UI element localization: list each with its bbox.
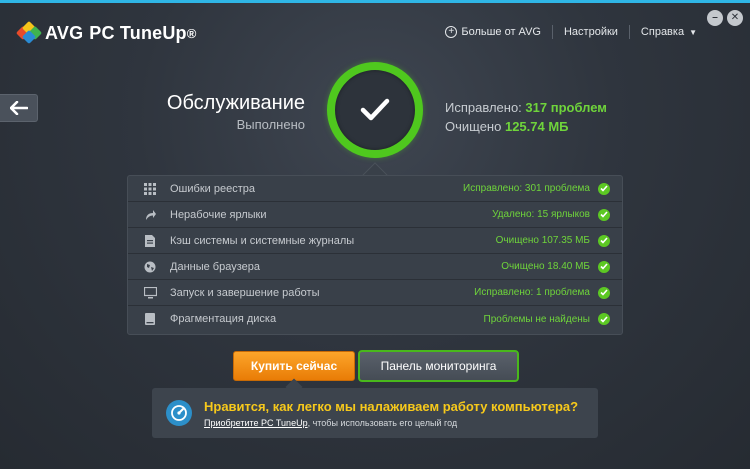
- promo-body: Приобретите PC TuneUp, чтобы использоват…: [204, 418, 578, 428]
- result-status: Проблемы не найдены: [483, 313, 590, 325]
- result-status: Очищено 18.40 МБ: [501, 261, 590, 272]
- back-button[interactable]: [0, 94, 38, 122]
- result-label: Данные браузера: [170, 260, 260, 273]
- page-subtitle: Выполнено: [236, 117, 305, 132]
- check-circle-icon: [598, 182, 610, 195]
- globe-icon: [143, 260, 157, 274]
- promo-body-text: , чтобы использовать его целый год: [307, 417, 458, 428]
- page-title: Обслуживание: [166, 92, 305, 114]
- results-panel: Ошибки реестра Исправлено: 301 проблема …: [127, 175, 623, 335]
- checkmark-icon: [360, 98, 390, 121]
- check-circle-icon: [598, 208, 610, 221]
- promo-text: Нравится, как легко мы налаживаем работу…: [204, 399, 578, 428]
- maintenance-heading: Обслуживание Выполнено: [120, 92, 305, 132]
- shortcut-arrow-icon: [143, 208, 157, 222]
- check-circle-icon: [598, 260, 610, 273]
- brand-name: AVG: [45, 22, 84, 43]
- arrow-left-icon: [9, 101, 28, 115]
- result-label: Ошибки реестра: [170, 182, 255, 195]
- registry-grid-icon: [143, 182, 157, 196]
- settings-link[interactable]: Настройки: [564, 26, 618, 38]
- result-label: Нерабочие ярлыки: [170, 208, 267, 221]
- check-circle-icon: [598, 286, 610, 299]
- monitoring-dashboard-button[interactable]: Панель мониторинга: [358, 350, 519, 382]
- help-label: Справка: [640, 26, 685, 38]
- nav-divider: [628, 25, 630, 39]
- result-row-startup: Запуск и завершение работы Исправлено: 1…: [128, 280, 622, 306]
- title-bar: AVG PC TuneUp ® + Больше от AVG Настройк…: [0, 0, 750, 60]
- minimize-button[interactable]: –: [707, 10, 723, 26]
- fixed-summary-value: 317 проблем: [525, 100, 607, 115]
- result-status: Исправлено: 301 проблема: [463, 183, 590, 194]
- plus-circle-icon: +: [445, 26, 458, 38]
- fixed-summary: Исправлено: 317 проблем: [445, 98, 607, 117]
- check-circle-icon: [598, 234, 610, 247]
- monitor-icon: [143, 286, 157, 300]
- settings-label: Настройки: [563, 26, 618, 38]
- result-row-cache: Кэш системы и системные журналы Очищено …: [128, 228, 622, 254]
- promo-banner: Нравится, как легко мы налаживаем работу…: [152, 388, 598, 438]
- cleaned-summary-value: 125.74 МБ: [504, 119, 569, 134]
- result-row-defrag: Фрагментация диска Проблемы не найдены: [128, 306, 622, 332]
- nav-divider: [551, 25, 553, 39]
- buy-now-button[interactable]: Купить сейчас: [233, 351, 355, 381]
- app-logo: AVG PC TuneUp ®: [15, 20, 197, 45]
- result-status: Исправлено: 1 проблема: [474, 287, 590, 298]
- cleaned-summary: Очищено 125.74 МБ: [445, 117, 607, 136]
- avg-logo-icon: [15, 20, 43, 45]
- registered-mark: ®: [186, 25, 197, 41]
- cleaned-summary-label: Очищено: [445, 119, 502, 134]
- check-circle-icon: [598, 313, 610, 325]
- promo-headline: Нравится, как легко мы налаживаем работу…: [204, 398, 579, 414]
- more-from-avg-label: Больше от AVG: [461, 26, 541, 38]
- result-status: Очищено 107.35 МБ: [495, 235, 590, 246]
- purchase-link[interactable]: Приобретите PC TuneUp: [204, 418, 308, 428]
- result-row-registry: Ошибки реестра Исправлено: 301 проблема: [128, 176, 622, 202]
- product-name: PC TuneUp: [89, 22, 187, 43]
- speedometer-icon: [166, 400, 192, 426]
- cache-file-icon: [143, 234, 157, 248]
- top-navigation: + Больше от AVG Настройки Справка ▼: [445, 25, 697, 39]
- close-button[interactable]: ✕: [727, 10, 743, 26]
- disk-icon: [143, 312, 157, 326]
- result-label: Запуск и завершение работы: [170, 286, 320, 299]
- result-row-browser: Данные браузера Очищено 18.40 МБ: [128, 254, 622, 280]
- fixed-summary-label: Исправлено:: [445, 100, 522, 115]
- result-label: Фрагментация диска: [170, 313, 277, 325]
- completion-ring: [327, 62, 423, 158]
- summary-stats: Исправлено: 317 проблем Очищено 125.74 М…: [445, 98, 607, 136]
- more-from-avg-link[interactable]: + Больше от AVG: [445, 26, 541, 38]
- result-row-shortcuts: Нерабочие ярлыки Удалено: 15 ярлыков: [128, 202, 622, 228]
- result-status: Удалено: 15 ярлыков: [492, 209, 590, 220]
- caret-down-icon: ▼: [689, 27, 697, 37]
- result-label: Кэш системы и системные журналы: [170, 234, 355, 247]
- help-menu[interactable]: Справка ▼: [641, 26, 697, 38]
